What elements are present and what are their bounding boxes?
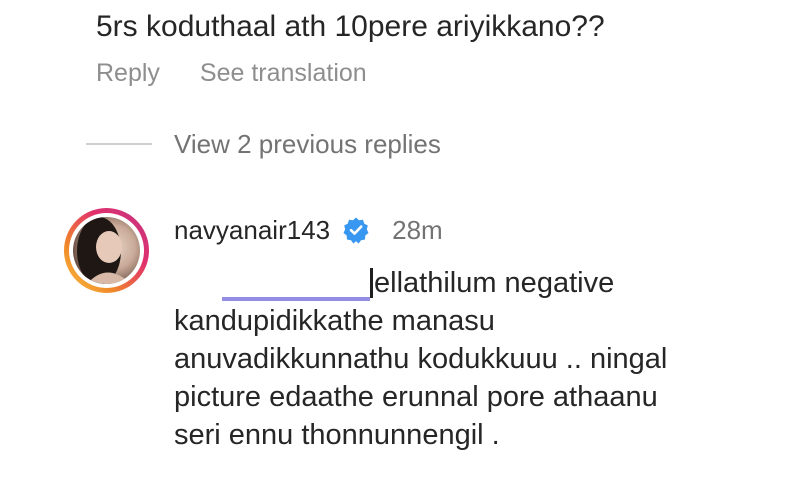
see-translation-button[interactable]: See translation: [200, 56, 367, 90]
reply-line: seri ennu thonnunnengil .: [174, 419, 500, 451]
reply-line: ellathilum negative: [374, 267, 615, 299]
view-previous-replies[interactable]: View 2 previous replies: [86, 126, 441, 162]
parent-comment-text: 5rs koduthaal ath 10pere ariyikkano??: [96, 10, 605, 43]
thread-divider-line: [86, 143, 152, 145]
avatar[interactable]: [64, 208, 149, 293]
avatar-photo: [73, 217, 140, 284]
reply-line: kandupidikkathe manasu: [174, 305, 495, 337]
verified-badge-icon: [342, 216, 370, 244]
reply-comment-text: ellathilum negative kandupidikkathe mana…: [174, 264, 774, 454]
comment-timestamp: 28m: [392, 215, 443, 245]
reply-header: navyanair143 28m: [174, 212, 443, 248]
reply-line: picture edaathe erunnal pore athaanu: [174, 381, 658, 413]
username-link[interactable]: navyanair143: [174, 212, 330, 248]
reply-button[interactable]: Reply: [96, 56, 160, 90]
parent-comment-actions: Reply See translation: [96, 56, 367, 90]
view-replies-label: View 2 previous replies: [174, 129, 441, 159]
avatar-border: [69, 213, 144, 288]
reply-line: anuvadikkunnathu kodukkuuu .. ningal: [174, 343, 668, 375]
